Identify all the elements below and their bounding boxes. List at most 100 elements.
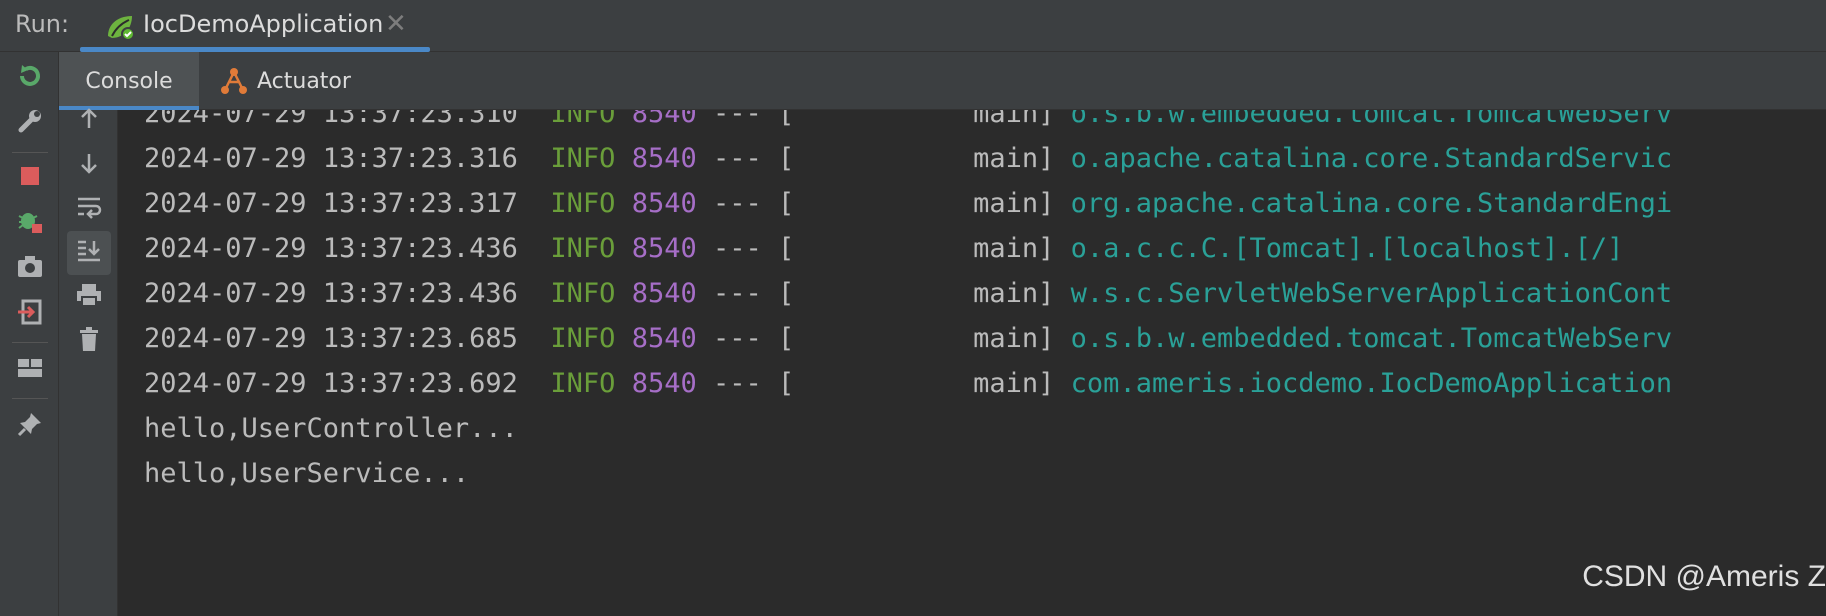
bug-icon <box>16 207 44 239</box>
stdout-line: hello,UserService... <box>144 458 470 489</box>
log-thread: main <box>973 278 1039 309</box>
log-level: INFO <box>550 233 616 264</box>
pin-tab-button[interactable] <box>10 406 50 446</box>
tab-console-label: Console <box>85 68 173 94</box>
scroll-to-end-icon <box>75 238 103 268</box>
log-bracket-open: [ <box>778 278 795 309</box>
log-level: INFO <box>550 278 616 309</box>
log-separator: --- <box>712 323 762 354</box>
log-bracket-open: [ <box>778 233 795 264</box>
log-bracket-open: [ <box>778 110 795 129</box>
tab-actuator[interactable]: Actuator <box>219 52 359 110</box>
run-content-tabs: Console Actuator <box>59 52 1826 110</box>
log-bracket-close: ] <box>1038 368 1055 399</box>
log-pid: 8540 <box>631 278 697 309</box>
layout-icon <box>16 356 44 384</box>
log-logger: org.apache.catalina.core.StandardEngi <box>1070 188 1673 219</box>
actuator-icon <box>219 66 249 96</box>
log-pid: 8540 <box>631 143 697 174</box>
log-separator: --- <box>712 110 762 129</box>
next-occurrence-button[interactable] <box>67 143 111 187</box>
log-thread: main <box>973 323 1039 354</box>
log-bracket-open: [ <box>778 323 795 354</box>
previous-occurrence-button[interactable] <box>67 99 111 143</box>
log-thread: main <box>973 188 1039 219</box>
rerun-icon <box>16 62 44 94</box>
log-bracket-close: ] <box>1038 143 1055 174</box>
wrench-icon <box>16 107 44 139</box>
log-separator: --- <box>712 278 762 309</box>
log-timestamp: 2024-07-29 13:37:23.310 <box>144 110 518 129</box>
log-bracket-close: ] <box>1038 233 1055 264</box>
exit-button[interactable] <box>10 294 50 334</box>
log-pid: 8540 <box>631 110 697 129</box>
log-timestamp: 2024-07-29 13:37:23.692 <box>144 368 518 399</box>
log-separator: --- <box>712 233 762 264</box>
soft-wrap-icon <box>75 195 103 223</box>
log-bracket-close: ] <box>1038 110 1055 129</box>
log-logger: com.ameris.iocdemo.IocDemoApplication <box>1070 368 1673 399</box>
log-pid: 8540 <box>631 233 697 264</box>
log-thread: main <box>973 368 1039 399</box>
run-label: Run: <box>15 10 70 38</box>
log-bracket-open: [ <box>778 143 795 174</box>
log-level: INFO <box>550 368 616 399</box>
log-separator: --- <box>712 368 762 399</box>
log-separator: --- <box>712 188 762 219</box>
stop-button[interactable] <box>10 158 50 198</box>
toolbar-separator <box>12 398 48 399</box>
log-level: INFO <box>550 188 616 219</box>
console-output[interactable]: 2024-07-29 13:37:23.310 INFO 8540 --- [ … <box>118 110 1826 616</box>
log-timestamp: 2024-07-29 13:37:23.316 <box>144 143 518 174</box>
log-separator: --- <box>712 143 762 174</box>
watermark: CSDN @Ameris Z <box>1582 560 1826 593</box>
tab-actuator-label: Actuator <box>257 68 351 94</box>
restore-layout-button[interactable] <box>10 350 50 390</box>
log-level: INFO <box>550 110 616 129</box>
log-timestamp: 2024-07-29 13:37:23.436 <box>144 278 518 309</box>
printer-icon <box>75 282 103 312</box>
log-thread: main <box>973 233 1039 264</box>
dump-threads-button[interactable] <box>10 249 50 289</box>
camera-icon <box>16 254 44 284</box>
log-logger: w.s.c.ServletWebServerApplicationCont <box>1070 278 1673 309</box>
log-level: INFO <box>550 143 616 174</box>
log-thread: main <box>973 143 1039 174</box>
pin-icon <box>16 410 44 442</box>
stop-icon <box>18 164 42 192</box>
clear-all-button[interactable] <box>67 319 111 363</box>
log-timestamp: 2024-07-29 13:37:23.317 <box>144 188 518 219</box>
toolbar-separator <box>12 342 48 343</box>
log-timestamp: 2024-07-29 13:37:23.685 <box>144 323 518 354</box>
scroll-to-end-button[interactable] <box>67 231 111 275</box>
log-pid: 8540 <box>631 368 697 399</box>
log-pid: 8540 <box>631 188 697 219</box>
trash-icon <box>77 326 101 356</box>
log-pid: 8540 <box>631 323 697 354</box>
log-logger: o.s.b.w.embedded.tomcat.TomcatWebServ <box>1070 110 1673 129</box>
log-bracket-close: ] <box>1038 323 1055 354</box>
close-tab-icon[interactable]: ✕ <box>385 9 407 39</box>
log-timestamp: 2024-07-29 13:37:23.436 <box>144 233 518 264</box>
arrow-up-icon <box>77 107 101 135</box>
run-tool-window-header: Run: IocDemoApplication ✕ <box>0 0 1826 52</box>
log-thread: main <box>973 110 1039 129</box>
toolbar-separator <box>12 152 48 153</box>
log-bracket-close: ] <box>1038 278 1055 309</box>
run-tab-title: IocDemoApplication <box>143 10 384 38</box>
log-logger: o.s.b.w.embedded.tomcat.TomcatWebServ <box>1070 323 1673 354</box>
run-configuration-tab[interactable]: IocDemoApplication ✕ <box>80 0 430 52</box>
run-left-toolbar <box>0 52 59 616</box>
log-logger: o.apache.catalina.core.StandardServic <box>1070 143 1673 174</box>
print-button[interactable] <box>67 275 111 319</box>
log-bracket-open: [ <box>778 188 795 219</box>
console-toolbar <box>59 108 118 616</box>
exit-icon <box>16 298 44 330</box>
rerun-button[interactable] <box>10 58 50 98</box>
modify-run-configuration-button[interactable] <box>10 103 50 143</box>
spring-boot-app-icon <box>104 12 138 42</box>
soft-wrap-button[interactable] <box>67 187 111 231</box>
debug-button[interactable] <box>10 203 50 243</box>
log-logger: o.a.c.c.C.[Tomcat].[localhost].[/] <box>1070 233 1624 264</box>
log-bracket-open: [ <box>778 368 795 399</box>
